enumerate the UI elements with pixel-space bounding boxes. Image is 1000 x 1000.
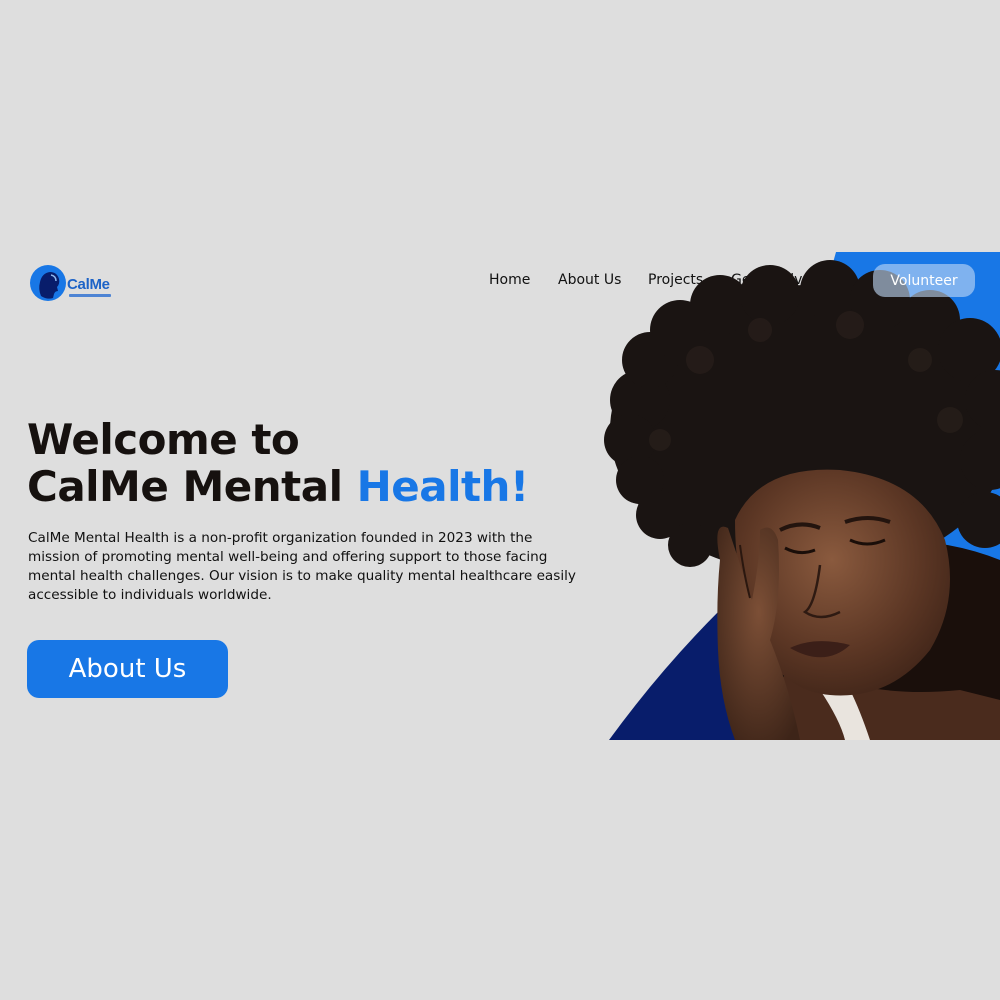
nav-item-projects[interactable]: Projects (648, 272, 703, 288)
volunteer-button[interactable]: Volunteer (873, 264, 975, 297)
landing-page: CalMe Home About Us Projects Get Involve… (0, 0, 1000, 1000)
hand (717, 526, 800, 740)
brand-logo[interactable]: CalMe (29, 263, 119, 305)
nav-item-home[interactable]: Home (489, 272, 530, 288)
nav-item-get-involved[interactable]: Get Involved (731, 272, 820, 288)
hero-description: CalMe Mental Health is a non-profit orga… (28, 530, 576, 603)
face (735, 469, 950, 696)
about-us-button[interactable]: About Us (27, 640, 228, 698)
brand-tagline-line (69, 294, 111, 297)
brand-name: CalMe (67, 276, 110, 293)
head-silhouette-icon (30, 265, 66, 301)
hero-title-line2: CalMe Mental (27, 462, 357, 511)
nav-item-about-us[interactable]: About Us (558, 272, 621, 288)
hero-title: Welcome to CalMe Mental Health! (27, 416, 529, 510)
hero-title-accent: Health! (356, 462, 530, 511)
navy-wedge-shape (609, 610, 760, 740)
hair (604, 260, 1000, 575)
hero-title-line1: Welcome to (27, 415, 300, 464)
blue-backdrop-shape (700, 252, 1000, 740)
